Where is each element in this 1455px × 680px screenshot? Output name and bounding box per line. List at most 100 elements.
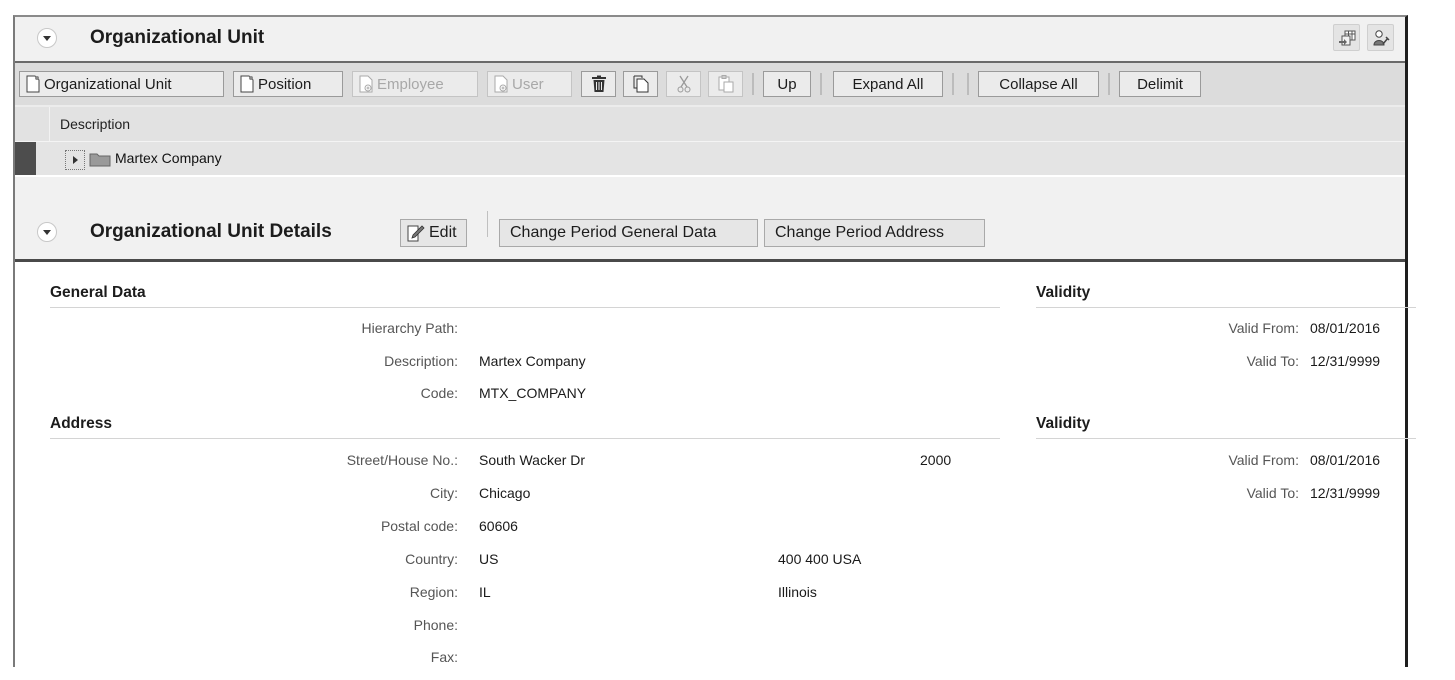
- table-settings-button[interactable]: [1333, 24, 1360, 51]
- org-unit-panel-header: Organizational Unit: [15, 17, 1405, 63]
- toolbar-separator: [752, 73, 754, 95]
- general-data-divider: [50, 307, 1000, 308]
- description-value: Martex Company: [479, 353, 586, 369]
- address-valid-to-value: 12/31/9999: [1310, 485, 1381, 501]
- user-settings-button[interactable]: [1367, 24, 1394, 51]
- create-employee-label: Employee: [377, 75, 444, 93]
- paste-button[interactable]: [708, 71, 743, 97]
- street-label: Street/House No.:: [346, 452, 458, 468]
- phone-label: Phone:: [413, 617, 458, 633]
- tree-node-label[interactable]: Martex Company: [115, 150, 222, 166]
- code-label: Code:: [420, 385, 458, 401]
- street-value: South Wacker Dr: [479, 452, 586, 468]
- table-settings-icon: [1338, 30, 1355, 45]
- copy-icon: [633, 75, 648, 93]
- edit-button[interactable]: Edit: [400, 219, 467, 247]
- org-unit-window: Organizational Unit Organizational Unit: [13, 15, 1416, 667]
- general-validity-title: Validity: [1036, 284, 1091, 301]
- general-validity-divider: [1036, 307, 1416, 308]
- general-valid-from-label: Valid From:: [1228, 320, 1299, 336]
- general-valid-to-label: Valid To:: [1246, 353, 1299, 369]
- folder-icon: [89, 153, 111, 167]
- chevron-right-icon: [72, 156, 78, 164]
- postal-code-label: Postal code:: [380, 518, 458, 534]
- create-position-label: Position: [258, 75, 312, 93]
- description-label: Description:: [384, 353, 458, 369]
- region-value: IL: [479, 584, 491, 600]
- details-title: Organizational Unit Details: [90, 221, 332, 242]
- new-document-icon: [240, 75, 254, 93]
- fax-label: Fax:: [430, 649, 458, 665]
- address-validity-title: Validity: [1036, 415, 1091, 432]
- change-period-general-label: Change Period General Data: [510, 224, 717, 241]
- column-header-description[interactable]: Description: [60, 116, 130, 132]
- country-value: US: [479, 551, 499, 567]
- change-period-general-button[interactable]: Change Period General Data: [499, 219, 758, 247]
- details-panel-header: Organizational Unit Details Edit Change …: [15, 177, 1405, 262]
- user-settings-icon: [1372, 29, 1390, 45]
- address-title: Address: [50, 415, 113, 432]
- collapse-details-button[interactable]: [37, 222, 57, 242]
- address-divider: [50, 438, 1000, 439]
- delete-button[interactable]: [581, 71, 616, 97]
- copy-button[interactable]: [623, 71, 658, 97]
- region-description: Illinois: [778, 584, 817, 600]
- collapse-all-label: Collapse All: [999, 75, 1078, 93]
- edit-label: Edit: [429, 224, 457, 241]
- org-unit-toolbar: Organizational Unit Position Employee Us…: [15, 63, 1405, 107]
- address-validity-divider: [1036, 438, 1416, 439]
- change-period-address-label: Change Period Address: [775, 224, 944, 241]
- postal-code-value: 60606: [479, 518, 518, 534]
- toolbar-separator: [967, 73, 969, 95]
- create-position-button[interactable]: Position: [233, 71, 343, 97]
- select-all-column[interactable]: [15, 107, 50, 141]
- delimit-button[interactable]: Delimit: [1119, 71, 1201, 97]
- up-label: Up: [777, 75, 797, 93]
- region-label: Region:: [409, 584, 458, 600]
- house-number-value: 2000: [920, 452, 952, 468]
- hierarchy-path-label: Hierarchy Path:: [361, 320, 458, 336]
- address-valid-to-label: Valid To:: [1246, 485, 1299, 501]
- chevron-down-icon: [43, 35, 51, 41]
- chevron-down-icon: [43, 229, 51, 235]
- delimit-label: Delimit: [1137, 75, 1183, 93]
- expand-node-button[interactable]: [65, 150, 85, 170]
- paste-icon: [718, 75, 733, 93]
- tree-row[interactable]: Martex Company: [15, 142, 1405, 175]
- code-value: MTX_COMPANY: [479, 385, 587, 401]
- collapse-all-button[interactable]: Collapse All: [978, 71, 1099, 97]
- create-employee-button[interactable]: Employee: [352, 71, 478, 97]
- general-valid-from-value: 08/01/2016: [1310, 320, 1381, 336]
- expand-all-button[interactable]: Expand All: [833, 71, 943, 97]
- cut-icon: [677, 75, 690, 93]
- general-valid-to-value: 12/31/9999: [1310, 353, 1381, 369]
- panel-title: Organizational Unit: [90, 27, 265, 48]
- city-label: City:: [430, 485, 458, 501]
- general-data-title: General Data: [50, 284, 146, 301]
- address-valid-from-label: Valid From:: [1228, 452, 1299, 468]
- edit-icon: [407, 225, 425, 242]
- tree-table-header: Description: [15, 107, 1405, 142]
- collapse-org-unit-button[interactable]: [37, 28, 57, 48]
- toolbar-separator: [952, 73, 954, 95]
- country-label: Country:: [405, 551, 458, 567]
- up-button[interactable]: Up: [763, 71, 811, 97]
- city-value: Chicago: [479, 485, 531, 501]
- expand-all-label: Expand All: [852, 75, 924, 93]
- trash-icon: [591, 75, 606, 92]
- change-period-address-button[interactable]: Change Period Address: [764, 219, 985, 247]
- details-separator: [487, 211, 488, 237]
- create-org-unit-button[interactable]: Organizational Unit: [19, 71, 224, 97]
- toolbar-separator: [820, 73, 822, 95]
- toolbar-separator: [1108, 73, 1110, 95]
- add-document-icon: [359, 75, 373, 93]
- country-description: 400 400 USA: [778, 551, 862, 567]
- new-document-icon: [26, 75, 40, 93]
- create-user-label: User: [512, 75, 544, 93]
- row-selector[interactable]: [15, 142, 36, 175]
- address-valid-from-value: 08/01/2016: [1310, 452, 1381, 468]
- cut-button[interactable]: [666, 71, 701, 97]
- add-document-icon: [494, 75, 508, 93]
- create-org-unit-label: Organizational Unit: [44, 75, 172, 93]
- create-user-button[interactable]: User: [487, 71, 572, 97]
